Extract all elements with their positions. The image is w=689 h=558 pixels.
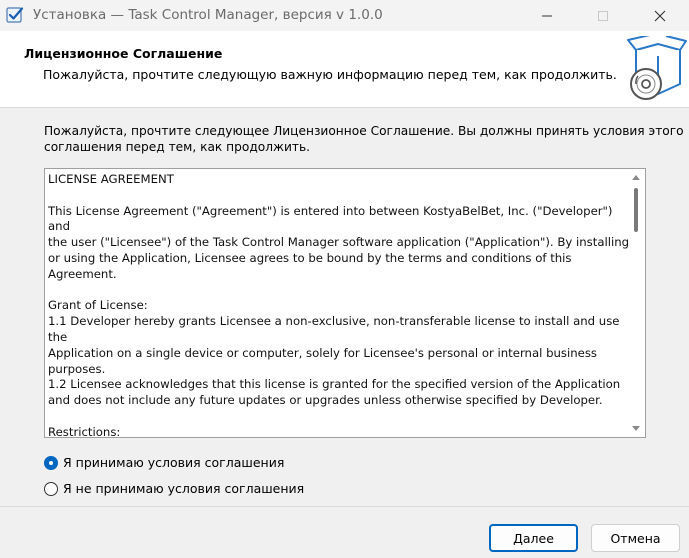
decline-radio[interactable] [44,481,58,496]
page-title: Лицензионное Соглашение [24,46,223,61]
software-box-disc-icon [627,36,687,100]
maximize-button[interactable] [580,0,626,31]
accept-label[interactable]: Я принимаю условия соглашения [63,455,284,470]
scroll-thumb[interactable] [634,188,638,232]
scroll-up-arrow-icon[interactable] [632,175,640,180]
maximize-icon [598,10,608,21]
app-checkmark-icon [6,7,24,23]
license-text-area[interactable]: LICENSE AGREEMENT This License Agreement… [44,168,646,438]
cancel-button[interactable]: Отмена [591,524,680,552]
intro-line-2: соглашения перед тем, как продолжить. [44,140,311,154]
license-scrollbar[interactable] [628,169,645,437]
accept-radio[interactable] [44,455,58,470]
intro-line-1: Пожалуйста, прочтите следующее Лицензион… [44,124,684,138]
wizard-footer: Далее Отмена [0,507,689,558]
minimize-icon [542,15,552,16]
close-icon [654,10,666,21]
next-button[interactable]: Далее [489,524,578,552]
close-button[interactable] [637,0,683,31]
minimize-button[interactable] [524,0,570,31]
decline-option[interactable]: Я не принимаю условия соглашения [44,481,304,496]
title-bar: Установка — Task Control Manager, версия… [0,0,689,31]
window-title: Установка — Task Control Manager, версия… [33,7,383,23]
accept-option[interactable]: Я принимаю условия соглашения [44,455,284,470]
wizard-header: Лицензионное Соглашение Пожалуйста, проч… [0,31,689,107]
decline-label[interactable]: Я не принимаю условия соглашения [63,481,304,496]
intro-text: Пожалуйста, прочтите следующее Лицензион… [44,123,684,155]
scroll-down-arrow-icon[interactable] [632,426,640,431]
page-subtitle: Пожалуйста, прочтите следующую важную ин… [43,67,617,82]
header-divider [0,107,689,108]
license-text: LICENSE AGREEMENT This License Agreement… [48,172,630,438]
